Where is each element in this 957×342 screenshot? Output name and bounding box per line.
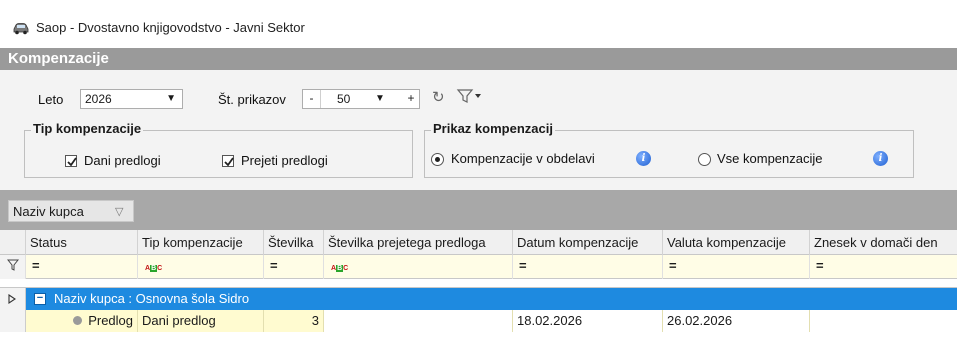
info-icon[interactable]: i <box>636 151 651 166</box>
row-pointer-icon <box>8 293 16 305</box>
cell-valuta: 26.02.2026 <box>663 310 810 332</box>
car-icon <box>13 23 29 35</box>
year-value: 2026 <box>85 92 112 106</box>
column-header-row: Status Tip kompenzacije Številka Številk… <box>0 230 957 255</box>
filter-valuta[interactable]: = <box>663 255 810 279</box>
column-header-tip[interactable]: Tip kompenzacije <box>138 230 264 255</box>
count-label: Št. prikazov <box>218 92 286 107</box>
v-obdelavi-label[interactable]: Kompenzacije v obdelavi <box>451 151 595 166</box>
group-by-panel: Naziv kupca ▽ <box>0 190 957 230</box>
cell-tip: Dani predlog <box>138 310 264 332</box>
filter-tip[interactable]: ABC <box>138 255 264 279</box>
collapse-icon[interactable]: − <box>34 293 46 305</box>
v-obdelavi-radio[interactable] <box>431 153 444 166</box>
cell-datum: 18.02.2026 <box>513 310 663 332</box>
filter-stevilka[interactable]: = <box>264 255 324 279</box>
count-value: 50 <box>337 92 351 106</box>
radio-dot-icon <box>435 157 440 162</box>
window-titlebar: Saop - Dvostavno knjigovodstvo - Javni S… <box>0 0 957 48</box>
column-header-prejeti[interactable]: Številka prejetega predloga <box>324 230 513 255</box>
filter-znesek[interactable]: = <box>810 255 957 279</box>
prikaz-kompenzacij-group: Prikaz kompenzacij Kompenzacije v obdela… <box>424 121 914 178</box>
filter-row: = ABC = ABC = = = <box>0 255 957 279</box>
window-title: Saop - Dvostavno knjigovodstvo - Javni S… <box>36 20 305 35</box>
group-row[interactable]: − Naziv kupca : Osnovna šola Sidro <box>0 288 957 310</box>
kompenzacije-grid: Status Tip kompenzacije Številka Številk… <box>0 230 957 342</box>
status-text: Predlog <box>88 313 133 328</box>
cell-znesek <box>810 310 957 332</box>
cell-status: Predlog <box>26 310 138 332</box>
dani-predlogi-label[interactable]: Dani predlogi <box>84 153 161 168</box>
group-by-chip[interactable]: Naziv kupca ▽ <box>8 200 134 222</box>
count-stepper[interactable]: - 50 ▼ + <box>302 89 420 109</box>
row-indicator <box>0 310 26 332</box>
text-filter-icon: ABC <box>331 265 349 272</box>
text-filter-icon: ABC <box>145 265 163 272</box>
filter-dropdown-icon[interactable] <box>456 88 484 108</box>
cell-prejeti <box>324 310 513 332</box>
dropdown-arrow-icon[interactable]: ▼ <box>166 93 176 104</box>
tip-kompenzacije-group: Tip kompenzacije Dani predlogi Prejeti p… <box>24 121 413 178</box>
info-icon[interactable]: i <box>873 151 888 166</box>
cell-stevilka: 3 <box>264 310 324 332</box>
dropdown-arrow-icon[interactable]: ▼ <box>375 93 385 104</box>
filter-toolbar: Leto 2026 ▼ Št. prikazov - 50 ▼ + ↻ Tip … <box>0 70 957 190</box>
check-icon <box>67 157 77 167</box>
dani-predlogi-checkbox[interactable] <box>65 155 77 167</box>
column-header-valuta[interactable]: Valuta kompenzacije <box>663 230 810 255</box>
filter-row-icon <box>0 255 26 279</box>
group-title: Tip kompenzacije <box>31 121 144 136</box>
filter-datum[interactable]: = <box>513 255 663 279</box>
group-by-label: Naziv kupca <box>13 204 84 219</box>
year-combo[interactable]: 2026 ▼ <box>80 89 183 109</box>
row-indicator-header <box>0 230 26 255</box>
filter-icon[interactable]: ▽ <box>115 205 123 218</box>
filter-status[interactable]: = <box>26 255 138 279</box>
increment-button[interactable]: + <box>403 90 419 108</box>
row-indicator <box>0 288 26 310</box>
vse-kompenzacije-label[interactable]: Vse kompenzacije <box>717 151 823 166</box>
group-title: Prikaz kompenzacij <box>431 121 555 136</box>
section-header: Kompenzacije <box>0 48 957 70</box>
year-label: Leto <box>38 92 64 107</box>
check-icon <box>224 157 234 167</box>
group-label: Naziv kupca : Osnovna šola Sidro <box>54 291 250 306</box>
filter-prejeti[interactable]: ABC <box>324 255 513 279</box>
table-row[interactable]: Predlog Dani predlog 3 18.02.2026 26.02.… <box>0 310 957 332</box>
refresh-icon[interactable]: ↻ <box>432 88 445 106</box>
decrement-button[interactable]: - <box>303 90 321 108</box>
grid-separator <box>0 279 957 288</box>
status-dot-icon <box>73 316 83 325</box>
section-title: Kompenzacije <box>8 50 109 67</box>
prejeti-predlogi-label[interactable]: Prejeti predlogi <box>241 153 328 168</box>
column-header-znesek[interactable]: Znesek v domači den <box>810 230 957 255</box>
column-header-status[interactable]: Status <box>26 230 138 255</box>
prejeti-predlogi-checkbox[interactable] <box>222 155 234 167</box>
funnel-icon <box>6 259 20 271</box>
column-header-stevilka[interactable]: Številka <box>264 230 324 255</box>
vse-kompenzacije-radio[interactable] <box>698 153 711 166</box>
column-header-datum[interactable]: Datum kompenzacije <box>513 230 663 255</box>
